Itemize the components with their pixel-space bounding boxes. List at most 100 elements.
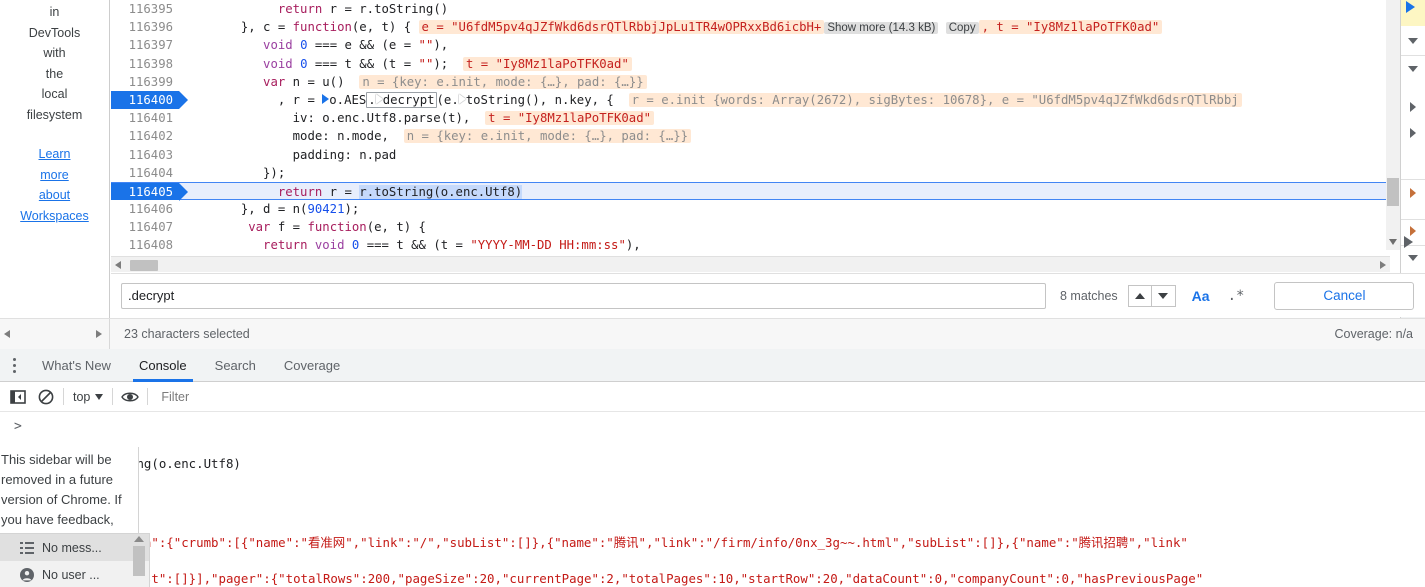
- inline-value[interactable]: e = "U6fdM5pv4qJZfWkd6dsrQTlRbbjJpLu1TR4…: [418, 20, 825, 35]
- code-editor[interactable]: 116395 return r = r.toString() 116396 },…: [111, 0, 1390, 255]
- panel-toggle-icon[interactable]: [4, 383, 32, 411]
- code-line[interactable]: 116403 padding: n.pad: [111, 145, 1390, 164]
- inline-value[interactable]: t = "Iy8Mz1laPoTFK0ad": [485, 111, 655, 126]
- console-output-value[interactable]: ‹ '{"resdata":{"crumb":[{"name":"看准网","l…: [0, 497, 1425, 587]
- execution-context-selector[interactable]: top: [67, 390, 109, 404]
- editor-horizontal-scrollbar[interactable]: [111, 256, 1390, 272]
- scrollbar-thumb[interactable]: [133, 546, 145, 576]
- scroll-up-arrow-icon[interactable]: [134, 536, 144, 542]
- learn-more-link-3[interactable]: about: [0, 185, 109, 206]
- code-line[interactable]: 116408 return void 0 === t && (t = "YYYY…: [111, 236, 1390, 255]
- show-more-button[interactable]: Show more (14.3 kB): [824, 22, 939, 35]
- inline-value[interactable]: n = {key: e.init, mode: {…}, pad: {…}}: [359, 74, 647, 89]
- tab-coverage[interactable]: Coverage: [270, 349, 354, 382]
- line-number: 116398: [111, 54, 179, 73]
- console-output-area[interactable]: > r.toString(o.enc.Utf8) ‹ '{"resdata":{…: [0, 413, 1425, 587]
- code-line[interactable]: 116397 void 0 === e && (e = ""),: [111, 36, 1390, 55]
- scrollbar-thumb[interactable]: [130, 260, 158, 271]
- inline-value[interactable]: t = "Iy8Mz1laPoTFK0ad": [462, 56, 632, 71]
- workspace-note-line: with: [43, 46, 66, 60]
- line-content: iv: o.enc.Utf8.parse(t), t = "Iy8Mz1laPo…: [189, 109, 655, 127]
- match-case-toggle[interactable]: Aa: [1192, 288, 1210, 304]
- line-content: var f = function(e, t) {: [248, 220, 426, 235]
- code-line[interactable]: 116396 }, c = function(e, t) { e = "U6fd…: [111, 18, 1390, 37]
- sidebar-section[interactable]: [1401, 246, 1425, 274]
- tab-search[interactable]: Search: [201, 349, 270, 382]
- execution-context-label: top: [73, 389, 91, 404]
- code-line-executing[interactable]: 116400 , r = o.AES. decrypt (e. toString(),…: [111, 90, 1390, 110]
- code-line-current[interactable]: 116405 return r = r.toString(o.enc.Utf8): [111, 181, 1390, 202]
- line-content: , r = o.AES. decrypt (e. toString(), n.key,…: [189, 91, 1242, 109]
- line-number: 116396: [111, 18, 179, 37]
- scroll-left-arrow-icon[interactable]: [4, 330, 10, 338]
- tab-console[interactable]: Console: [125, 349, 201, 382]
- sidebar-item-user-messages[interactable]: No user ...: [0, 561, 149, 587]
- live-expression-icon[interactable]: [116, 383, 144, 411]
- chevron-right-icon[interactable]: [1410, 226, 1416, 236]
- search-input[interactable]: [121, 282, 1046, 309]
- scroll-right-arrow-icon[interactable]: [1380, 261, 1386, 269]
- navigator-expand-icon[interactable]: [1404, 236, 1413, 248]
- line-number: 116408: [111, 236, 179, 255]
- search-prev-button[interactable]: [1127, 284, 1152, 307]
- workspace-note-line: local: [41, 87, 68, 101]
- expand-triangle-hollow-icon[interactable]: [458, 94, 466, 105]
- scroll-left-arrow-icon[interactable]: [115, 261, 121, 269]
- chevron-down-icon[interactable]: [1408, 38, 1418, 44]
- list-icon: [20, 541, 34, 554]
- editor-vertical-scrollbar[interactable]: [1386, 0, 1400, 250]
- chevron-down-icon[interactable]: [1408, 66, 1418, 72]
- copy-button[interactable]: Copy: [945, 22, 979, 35]
- line-content: void 0 === e && (e = ""),: [263, 38, 449, 53]
- code-line[interactable]: 116401 iv: o.enc.Utf8.parse(t), t = "Iy8…: [111, 109, 1390, 128]
- code-line[interactable]: 116404 });: [111, 163, 1390, 182]
- debugger-sidebar-strip: [1400, 0, 1425, 320]
- line-content: padding: n.pad: [189, 147, 397, 162]
- regex-toggle[interactable]: .*: [1228, 288, 1245, 304]
- learn-more-link-2[interactable]: more: [0, 165, 109, 186]
- expand-triangle-icon[interactable]: [322, 94, 330, 105]
- line-number: 116403: [111, 145, 179, 164]
- sidebar-section[interactable]: [1401, 26, 1425, 56]
- code-line[interactable]: 116402 mode: n.mode, n = {key: e.init, m…: [111, 127, 1390, 146]
- code-line[interactable]: 116407 var f = function(e, t) {: [111, 218, 1390, 237]
- expand-triangle-hollow-icon[interactable]: [375, 94, 383, 105]
- scroll-down-arrow-icon[interactable]: [1389, 239, 1397, 245]
- workspace-note-line: filesystem: [26, 107, 83, 122]
- sidebar-scrollbar[interactable]: [133, 536, 145, 586]
- sidebar-section[interactable]: [1401, 56, 1425, 180]
- scroll-right-arrow-icon[interactable]: [96, 330, 102, 338]
- code-line[interactable]: 116406 }, d = n(90421);: [111, 200, 1390, 219]
- console-filter-input[interactable]: [159, 386, 420, 407]
- clear-console-icon[interactable]: [32, 383, 60, 411]
- more-options-icon[interactable]: [0, 349, 28, 382]
- sidebar-item-messages[interactable]: No mess...: [0, 534, 149, 561]
- code-line[interactable]: 116398 void 0 === t && (t = ""); t = "Iy…: [111, 54, 1390, 73]
- inline-value[interactable]: n = {key: e.init, mode: {…}, pad: {…}}: [403, 129, 692, 144]
- learn-more-link-4[interactable]: Workspaces: [0, 206, 109, 227]
- search-next-button[interactable]: [1151, 284, 1176, 307]
- drawer-tab-bar: What's New Console Search Coverage: [0, 349, 1425, 382]
- code-line[interactable]: 116395 return r = r.toString(): [111, 0, 1390, 19]
- chevron-right-icon[interactable]: [1410, 188, 1416, 198]
- chevron-right-icon[interactable]: [1410, 128, 1416, 138]
- user-icon: [20, 567, 34, 582]
- sidebar-horizontal-scrollbar[interactable]: [0, 319, 110, 349]
- scrollbar-thumb[interactable]: [1387, 178, 1399, 206]
- tab-whats-new[interactable]: What's New: [28, 349, 125, 382]
- editor-status-bar: 23 characters selected Coverage: n/a: [0, 318, 1425, 349]
- line-number: 116404: [111, 163, 179, 182]
- editor-search-bar: 8 matches Aa .* Cancel: [111, 273, 1425, 317]
- chevron-down-icon[interactable]: [1408, 255, 1418, 261]
- line-content: }, d = n(90421);: [189, 202, 360, 217]
- code-line[interactable]: 116399 var n = u() n = {key: e.init, mod…: [111, 72, 1390, 91]
- line-number: 116397: [111, 36, 179, 55]
- sidebar-section[interactable]: [1401, 180, 1425, 220]
- inline-value[interactable]: r = e.init {words: Array(2672), sigBytes…: [628, 92, 1242, 107]
- inline-value[interactable]: , t = "Iy8Mz1laPoTFK0ad": [978, 20, 1163, 35]
- learn-more-link-1[interactable]: Learn: [0, 144, 109, 165]
- cancel-button[interactable]: Cancel: [1274, 281, 1415, 310]
- resume-arrow-icon[interactable]: [1406, 1, 1415, 13]
- chevron-right-icon[interactable]: [1410, 102, 1416, 112]
